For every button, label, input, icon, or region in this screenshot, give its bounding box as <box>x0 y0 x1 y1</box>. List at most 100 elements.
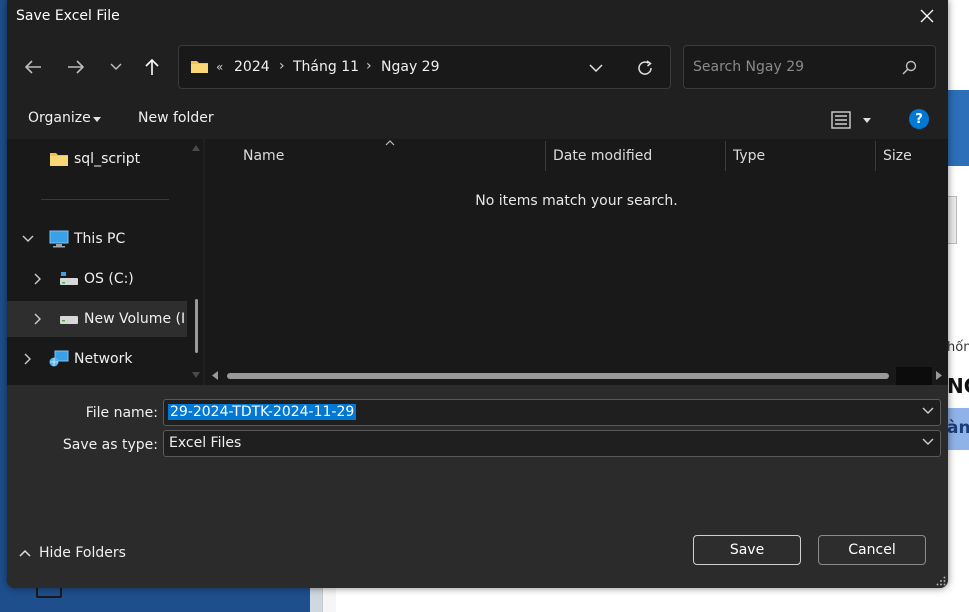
forward-button[interactable] <box>61 53 91 81</box>
search-placeholder: Search Ngay 29 <box>693 59 805 75</box>
column-name-label: Name <box>243 148 285 164</box>
background-box <box>947 196 957 244</box>
recent-locations-button[interactable] <box>101 53 131 81</box>
chevron-up-icon <box>19 549 31 557</box>
chevron-right-icon <box>34 313 41 325</box>
tree-item-label: Network <box>74 351 133 367</box>
chevron-down-icon[interactable] <box>922 407 934 415</box>
background-text: hốn <box>947 340 969 355</box>
chevron-down-icon <box>110 63 122 71</box>
save-form: File name: 29-2024-TDTK-2024-11-29 Save … <box>7 385 948 588</box>
hide-folders-button[interactable]: Hide Folders <box>19 545 126 561</box>
tree-item-label: This PC <box>74 231 126 247</box>
column-date-label: Date modified <box>553 148 653 164</box>
scroll-corner <box>896 367 932 385</box>
chevron-down-icon <box>589 64 603 72</box>
arrow-up-icon <box>145 58 159 75</box>
expand-chevron[interactable] <box>21 352 35 366</box>
horizontal-scroll-thumb[interactable] <box>227 373 889 379</box>
chevron-down-icon <box>922 438 934 445</box>
tree-item-os-c[interactable]: OS (C:) <box>7 261 187 297</box>
expand-chevron[interactable] <box>31 312 45 326</box>
column-type-label: Type <box>733 148 766 164</box>
breadcrumb-separator: › <box>366 58 372 74</box>
save-as-type-label: Save as type: <box>62 437 158 453</box>
column-header-name[interactable]: Name <box>235 139 545 173</box>
scroll-right-icon <box>936 371 942 380</box>
resize-grip-icon[interactable] <box>936 576 946 586</box>
breadcrumb-separator: › <box>279 58 285 74</box>
file-name-label: File name: <box>85 405 158 421</box>
tree-item-new-volume[interactable]: New Volume (I <box>7 301 187 337</box>
cancel-button[interactable]: Cancel <box>818 535 926 565</box>
chevron-right-icon <box>24 353 31 365</box>
help-button[interactable]: ? <box>909 109 929 129</box>
tree-item-sql-script[interactable]: sql_script <box>7 141 187 177</box>
new-folder-button[interactable]: New folder <box>138 110 214 126</box>
scroll-down-icon <box>192 372 200 378</box>
arrow-left-icon <box>24 60 41 74</box>
navigation-bar: « 2024 › Tháng 11 › Ngay 29 Search Ngay … <box>7 33 948 99</box>
hide-folders-label: Hide Folders <box>39 545 126 561</box>
breadcrumb-item-month[interactable]: Tháng 11 <box>293 59 359 75</box>
view-options-button[interactable] <box>829 109 875 131</box>
caret-down-icon <box>863 118 871 123</box>
column-header-type[interactable]: Type <box>725 139 875 173</box>
file-list: Name Date modified Type Size No items ma… <box>205 139 948 385</box>
save-as-type-select[interactable]: Excel Files <box>163 430 941 457</box>
save-as-type-value: Excel Files <box>169 435 242 451</box>
back-button[interactable] <box>18 53 48 81</box>
search-icon <box>902 60 917 75</box>
expand-chevron[interactable] <box>31 272 45 286</box>
scroll-up-icon <box>192 145 200 151</box>
scroll-left-icon <box>212 371 218 380</box>
arrow-right-icon <box>68 60 85 74</box>
folder-icon <box>50 153 68 166</box>
tree-item-label: OS (C:) <box>84 271 134 287</box>
background-button[interactable]: àn <box>947 408 969 450</box>
horizontal-scrollbar[interactable] <box>205 367 948 385</box>
tree-item-this-pc[interactable]: This PC <box>7 221 187 257</box>
breadcrumb-item-2024[interactable]: 2024 <box>234 59 270 75</box>
nav-scrollbar[interactable] <box>187 139 203 385</box>
breadcrumb-overflow[interactable]: « <box>216 60 223 74</box>
search-input[interactable]: Search Ngay 29 <box>683 45 936 89</box>
refresh-button[interactable] <box>633 58 657 78</box>
close-button[interactable] <box>912 2 942 30</box>
list-view-icon <box>831 111 851 129</box>
expand-chevron[interactable] <box>21 232 35 246</box>
column-header-size[interactable]: Size <box>875 139 948 173</box>
nav-divider <box>41 199 169 200</box>
save-button-label: Save <box>729 542 765 558</box>
network-icon <box>49 350 69 367</box>
drive-icon <box>60 272 78 285</box>
address-dropdown-button[interactable] <box>585 59 607 77</box>
folder-icon <box>191 61 208 73</box>
tree-item-label: sql_script <box>74 151 141 167</box>
organize-button[interactable]: Organize <box>28 110 91 126</box>
nav-scroll-thumb[interactable] <box>195 299 198 353</box>
close-icon <box>920 9 934 23</box>
file-name-field[interactable]: 29-2024-TDTK-2024-11-29 <box>163 399 941 426</box>
caret-down-icon <box>93 117 101 122</box>
save-button[interactable]: Save <box>693 535 801 565</box>
pc-icon <box>49 230 69 248</box>
command-bar: Organize New folder ? <box>7 99 948 139</box>
empty-message: No items match your search. <box>475 193 678 209</box>
background-heading: NC <box>947 374 969 398</box>
file-name-value: 29-2024-TDTK-2024-11-29 <box>168 404 357 420</box>
cancel-button-label: Cancel <box>848 542 896 558</box>
tree-item-network[interactable]: Network <box>7 341 187 377</box>
help-icon: ? <box>915 111 923 127</box>
address-bar[interactable]: « 2024 › Tháng 11 › Ngay 29 <box>178 45 671 89</box>
tree-item-label: New Volume (I <box>84 311 186 327</box>
save-dialog: Save Excel File « 2024 › Tháng 11 › Ngay… <box>7 0 948 588</box>
title-bar: Save Excel File <box>7 0 948 33</box>
up-button[interactable] <box>137 53 167 81</box>
background-header-edge <box>947 90 969 166</box>
refresh-icon <box>638 60 652 75</box>
breadcrumb-item-day[interactable]: Ngay 29 <box>381 59 440 75</box>
dialog-title: Save Excel File <box>16 8 120 24</box>
drive-icon <box>60 316 78 324</box>
column-header-date-modified[interactable]: Date modified <box>545 139 725 173</box>
